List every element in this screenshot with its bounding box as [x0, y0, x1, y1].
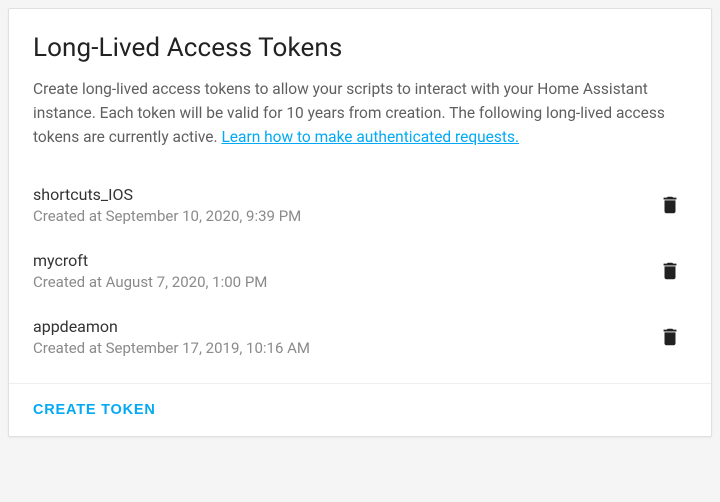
token-name: shortcuts_IOS	[33, 185, 301, 204]
trash-icon	[659, 260, 681, 282]
card-description: Create long-lived access tokens to allow…	[33, 77, 687, 149]
trash-icon	[659, 194, 681, 216]
create-token-button[interactable]: CREATE TOKEN	[33, 396, 156, 424]
delete-token-button[interactable]	[653, 188, 687, 222]
learn-link[interactable]: Learn how to make authenticated requests…	[221, 128, 519, 146]
card-body: Long-Lived Access Tokens Create long-liv…	[9, 9, 711, 383]
token-info: appdeamon Created at September 17, 2019,…	[33, 317, 310, 357]
token-row: appdeamon Created at September 17, 2019,…	[33, 305, 687, 371]
token-name: mycroft	[33, 251, 267, 270]
token-created: Created at September 17, 2019, 10:16 AM	[33, 339, 310, 357]
token-info: shortcuts_IOS Created at September 10, 2…	[33, 185, 301, 225]
token-info: mycroft Created at August 7, 2020, 1:00 …	[33, 251, 267, 291]
card-title: Long-Lived Access Tokens	[33, 33, 687, 63]
delete-token-button[interactable]	[653, 254, 687, 288]
token-created: Created at August 7, 2020, 1:00 PM	[33, 273, 267, 291]
token-name: appdeamon	[33, 317, 310, 336]
trash-icon	[659, 326, 681, 348]
token-created: Created at September 10, 2020, 9:39 PM	[33, 207, 301, 225]
token-row: shortcuts_IOS Created at September 10, 2…	[33, 173, 687, 239]
delete-token-button[interactable]	[653, 320, 687, 354]
card-footer: CREATE TOKEN	[9, 383, 711, 436]
access-tokens-card: Long-Lived Access Tokens Create long-liv…	[8, 8, 712, 437]
token-row: mycroft Created at August 7, 2020, 1:00 …	[33, 239, 687, 305]
